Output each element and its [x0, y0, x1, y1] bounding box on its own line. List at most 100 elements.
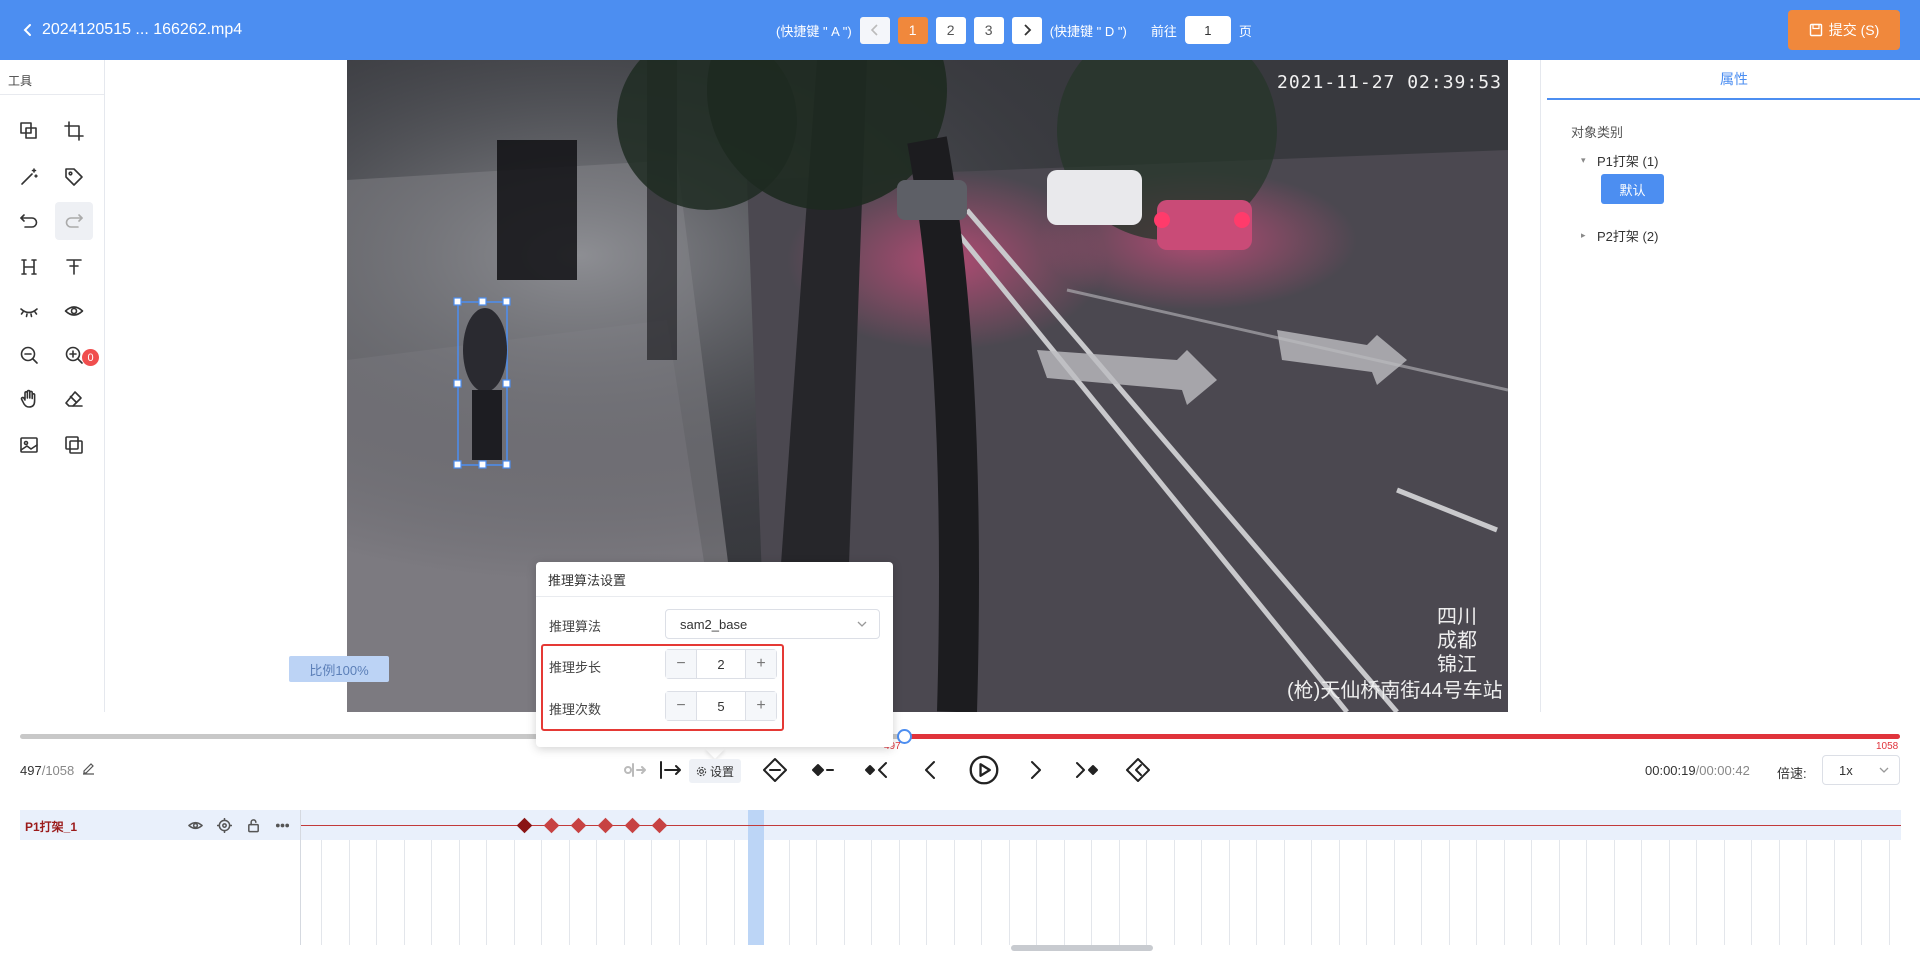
top-bar: 2024120515 ... 166262.mp4 (快捷键 " A ") 1 …: [0, 0, 1920, 60]
image-tool[interactable]: [10, 426, 48, 464]
track-name: P1打架_1: [25, 820, 78, 834]
track-forward-button[interactable]: [658, 756, 684, 784]
horizontal-scrollbar[interactable]: [1011, 945, 1153, 951]
time-current: 00:00:19: [1645, 763, 1696, 778]
tag-tool[interactable]: [55, 158, 93, 196]
page-button-2[interactable]: 2: [935, 16, 966, 44]
show-tool[interactable]: [55, 292, 93, 330]
more-icon: [275, 823, 289, 827]
play-button[interactable]: [969, 755, 999, 785]
caret-down-icon: ▾: [1581, 155, 1586, 165]
interpolate-icon: [624, 763, 646, 777]
count-plus-button[interactable]: +: [746, 692, 776, 720]
track-area: P1打架_1: [20, 810, 1901, 953]
category-item-p1[interactable]: ▾ P1打架 (1): [1581, 151, 1658, 170]
zoom-out-button[interactable]: [10, 336, 48, 374]
next-keyframe-button[interactable]: [1073, 756, 1099, 784]
step-plus-button[interactable]: +: [746, 650, 776, 678]
algo-select[interactable]: sam2_base: [665, 609, 880, 639]
settings-button[interactable]: 设置: [689, 759, 741, 783]
timeline[interactable]: [300, 810, 1901, 945]
remove-keyframe-button[interactable]: [812, 756, 838, 784]
tab-properties[interactable]: 属性: [1547, 60, 1920, 100]
algo-value: sam2_base: [680, 616, 748, 632]
count-minus-button[interactable]: −: [666, 692, 696, 720]
diamond-arrow-icon: [1126, 758, 1150, 782]
step-label: 推理步长: [549, 660, 602, 675]
track-lock-button[interactable]: [244, 816, 262, 834]
h-tool-icon: [21, 259, 37, 275]
prev-shortcut-hint: (快捷键 " A "): [776, 23, 852, 39]
zoom-in-button[interactable]: [55, 336, 93, 374]
default-button[interactable]: 默认: [1601, 174, 1664, 204]
next-page-button[interactable]: [1011, 16, 1042, 44]
video-scene: [347, 60, 1508, 712]
copy-shape-icon: [20, 122, 37, 139]
scale-indicator: 比例100%: [289, 656, 389, 682]
track-locate-button[interactable]: [215, 816, 233, 834]
jump-keyframe-button[interactable]: [1125, 756, 1151, 784]
chevron-down-icon: [857, 619, 867, 632]
total-frames: /1058: [41, 762, 75, 778]
h-tool[interactable]: [10, 248, 48, 286]
next-shortcut-hint: (快捷键 " D "): [1049, 23, 1127, 39]
count-value[interactable]: 5: [696, 692, 746, 720]
settings-label: 设置: [709, 764, 734, 779]
submit-label: 提交 (S): [1828, 22, 1880, 38]
keyframe-toggle-button[interactable]: [762, 756, 788, 784]
text-tool-icon: [66, 259, 82, 275]
undo-button[interactable]: [10, 202, 48, 240]
chevron-right-icon: [1031, 761, 1041, 779]
progress-fill: [904, 734, 1900, 739]
submit-button[interactable]: 提交 (S): [1788, 10, 1900, 50]
video-frame[interactable]: 2021-11-27 02:39:53 四川 成都 锦江 (枪)天仙桥南街44号…: [347, 60, 1508, 712]
layers-tool[interactable]: [55, 426, 93, 464]
step-minus-button[interactable]: −: [666, 650, 696, 678]
category-item-p2[interactable]: ▸ P2打架 (2): [1581, 226, 1658, 245]
category-item-label: P1打架 (1): [1597, 154, 1659, 169]
redo-button[interactable]: [55, 202, 93, 240]
prev-keyframe-button[interactable]: [864, 756, 890, 784]
prev-page-button[interactable]: [859, 16, 890, 44]
image-icon: [20, 437, 38, 453]
next-keyframe-icon: [1076, 762, 1098, 778]
pan-tool[interactable]: [10, 380, 48, 418]
back-button[interactable]: 2024120515 ... 166262.mp4: [22, 0, 242, 60]
track-header[interactable]: P1打架_1: [20, 810, 300, 840]
next-frame-button[interactable]: [1022, 756, 1048, 784]
goto-page-input[interactable]: [1184, 16, 1231, 44]
divider: [536, 596, 893, 597]
crop-tool[interactable]: [55, 112, 93, 150]
unlock-icon: [247, 818, 259, 832]
eye-icon: [187, 821, 203, 829]
step-value[interactable]: 2: [696, 650, 746, 678]
hand-icon: [20, 389, 36, 408]
prev-frame-button[interactable]: [918, 756, 944, 784]
page-button-1[interactable]: 1: [897, 16, 928, 44]
eraser-tool[interactable]: [55, 380, 93, 418]
prev-keyframe-icon: [865, 762, 887, 778]
tag-icon: [65, 168, 83, 186]
track-more-button[interactable]: [273, 816, 291, 834]
goto-label: 前往: [1150, 23, 1177, 39]
track-interpolate-button[interactable]: [620, 756, 652, 784]
magic-wand-tool[interactable]: [10, 158, 48, 196]
algo-label: 推理算法: [549, 619, 602, 634]
page-button-3[interactable]: 3: [973, 16, 1004, 44]
tool-panel-title: 工具: [8, 74, 33, 88]
current-frame: 497: [20, 762, 42, 778]
redo-icon: [65, 214, 83, 228]
speed-value: 1x: [1839, 762, 1853, 778]
track-line: [301, 825, 1901, 826]
eye-closed-icon: [20, 308, 38, 318]
track-visibility-button[interactable]: [186, 816, 204, 834]
save-icon: [1809, 23, 1822, 37]
pager: (快捷键 " A ") 1 2 3 (快捷键 " D ") 前往 页: [776, 15, 1252, 45]
text-tool[interactable]: [55, 248, 93, 286]
speed-select[interactable]: 1x: [1822, 755, 1900, 785]
count-stepper: − 5 +: [665, 691, 777, 721]
progress-bar[interactable]: [20, 729, 1900, 744]
copy-shape-tool[interactable]: [10, 112, 48, 150]
edit-icon[interactable]: [82, 762, 95, 778]
hide-all-tool[interactable]: [10, 292, 48, 330]
